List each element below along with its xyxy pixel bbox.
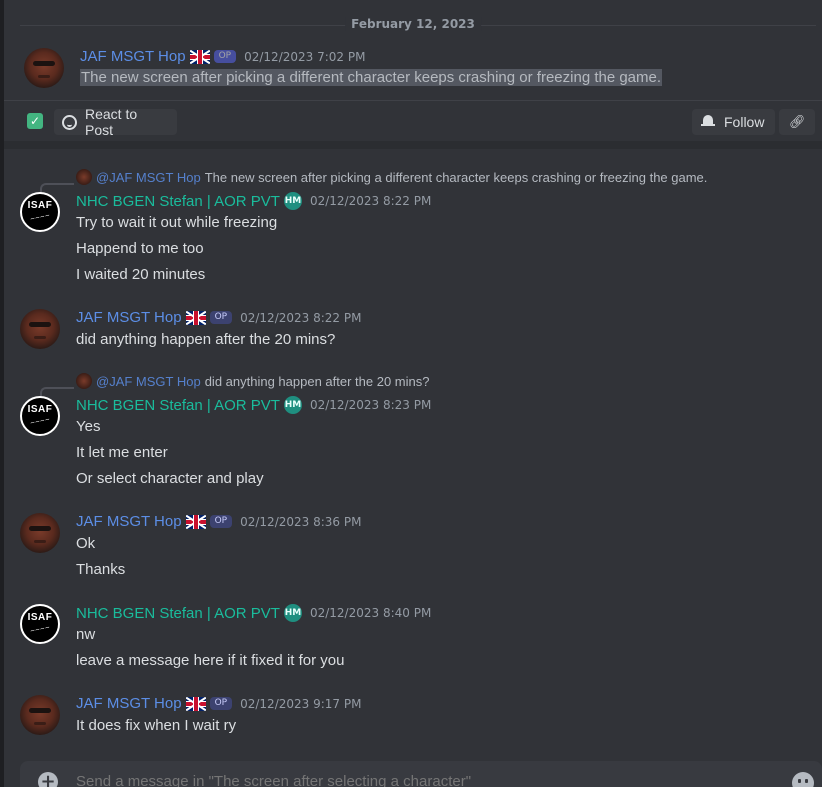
reply-avatar — [76, 169, 92, 185]
follow-button[interactable]: Follow — [692, 109, 775, 135]
thread-separator — [4, 141, 822, 149]
message-line: Happend to me too — [76, 240, 204, 257]
link-icon: 🔗︎ — [789, 114, 806, 129]
message-header: NHC BGEN Stefan | AOR PVT HM 02/12/2023 … — [76, 192, 431, 210]
message-line: nw — [76, 626, 96, 643]
avatar[interactable] — [24, 48, 64, 88]
reply-avatar — [76, 373, 92, 389]
timestamp: 02/12/2023 8:22 PM — [309, 194, 432, 208]
react-to-post-button[interactable]: React to Post — [54, 106, 177, 138]
author-name[interactable]: JAF MSGT Hop — [76, 309, 182, 326]
avatar[interactable]: ISAF ~~~~ — [20, 192, 60, 232]
message-line: Ok — [76, 535, 96, 552]
message-line: I waited 20 minutes — [76, 266, 206, 283]
reply-reference[interactable]: @JAF MSGT Hop The new screen after picki… — [76, 169, 707, 185]
author-name[interactable]: JAF MSGT Hop — [76, 513, 182, 530]
message-line: Or select character and play — [76, 470, 264, 487]
op-badge: OP — [209, 311, 233, 324]
message-line: Thanks — [76, 561, 126, 578]
post-action-bar: ✓ React to Post Follow 🔗︎ — [4, 100, 822, 141]
author-name[interactable]: NHC BGEN Stefan | AOR PVT — [76, 605, 280, 622]
avatar-isaf-script: ~~~~ — [29, 623, 51, 636]
avatar[interactable]: ISAF ~~~~ — [20, 604, 60, 644]
avatar-isaf-script: ~~~~ — [29, 415, 51, 428]
author-name[interactable]: NHC BGEN Stefan | AOR PVT — [76, 397, 280, 414]
copy-link-button[interactable]: 🔗︎ — [779, 109, 815, 135]
post-content-text: The new screen after picking a different… — [80, 69, 663, 86]
avatar-isaf-text: ISAF — [27, 404, 53, 415]
author-name[interactable]: JAF MSGT Hop — [80, 48, 186, 65]
bell-icon — [700, 114, 716, 130]
avatar-isaf-text: ISAF — [27, 200, 53, 211]
reply-preview-text[interactable]: did anything happen after the 20 mins? — [205, 374, 430, 389]
timestamp: 02/12/2023 8:40 PM — [309, 606, 432, 620]
reply-spine — [40, 387, 74, 397]
avatar[interactable] — [20, 309, 60, 349]
uk-flag-icon — [189, 49, 210, 64]
role-badge: HM — [283, 604, 302, 622]
avatar-isaf-script: ~~~~ — [29, 211, 51, 224]
message-line: Try to wait it out while freezing — [76, 214, 278, 231]
avatar-isaf-text: ISAF — [27, 612, 53, 623]
check-icon[interactable]: ✓ — [27, 113, 43, 129]
follow-label: Follow — [724, 114, 765, 130]
date-divider-label: February 12, 2023 — [345, 17, 481, 31]
message-line: leave a message here if it fixed it for … — [76, 652, 345, 669]
emoji-icon[interactable] — [792, 772, 814, 787]
post-header: JAF MSGT Hop OP 02/12/2023 7:02 PM — [80, 48, 365, 65]
reply-reference[interactable]: @JAF MSGT Hop did anything happen after … — [76, 373, 429, 389]
op-badge: OP — [213, 50, 237, 63]
message-line: It does fix when I wait ry — [76, 717, 237, 734]
timestamp: 02/12/2023 7:02 PM — [244, 49, 366, 64]
message-input[interactable] — [76, 773, 776, 787]
message-line: It let me enter — [76, 444, 168, 461]
author-name[interactable]: JAF MSGT Hop — [76, 695, 182, 712]
avatar[interactable]: ISAF ~~~~ — [20, 396, 60, 436]
post-content: The new screen after picking a different… — [80, 69, 663, 86]
uk-flag-icon — [185, 310, 206, 325]
uk-flag-icon — [185, 514, 206, 529]
message-header: JAF MSGT Hop OP 02/12/2023 8:36 PM — [76, 513, 361, 530]
message-header: NHC BGEN Stefan | AOR PVT HM 02/12/2023 … — [76, 604, 431, 622]
author-name[interactable]: NHC BGEN Stefan | AOR PVT — [76, 193, 280, 210]
reply-preview-text[interactable]: The new screen after picking a different… — [205, 170, 708, 185]
uk-flag-icon — [185, 696, 206, 711]
message-line: did anything happen after the 20 mins? — [76, 331, 336, 348]
op-badge: OP — [209, 515, 233, 528]
reply-mention[interactable]: @JAF MSGT Hop — [96, 374, 201, 389]
avatar[interactable] — [20, 513, 60, 553]
timestamp: 02/12/2023 9:17 PM — [240, 696, 362, 711]
op-badge: OP — [209, 697, 233, 710]
message-composer: + — [20, 761, 822, 787]
avatar[interactable] — [20, 695, 60, 735]
role-badge: HM — [283, 396, 302, 414]
message-header: JAF MSGT Hop OP 02/12/2023 9:17 PM — [76, 695, 361, 712]
message-header: JAF MSGT Hop OP 02/12/2023 8:22 PM — [76, 309, 361, 326]
reply-spine — [40, 183, 74, 193]
timestamp: 02/12/2023 8:22 PM — [240, 310, 362, 325]
message-line: Yes — [76, 418, 101, 435]
react-label: React to Post — [85, 106, 138, 138]
plus-icon[interactable]: + — [38, 772, 58, 787]
reply-mention[interactable]: @JAF MSGT Hop — [96, 170, 201, 185]
timestamp: 02/12/2023 8:36 PM — [240, 514, 362, 529]
react-icon — [62, 114, 77, 130]
timestamp: 02/12/2023 8:23 PM — [309, 398, 432, 412]
role-badge: HM — [283, 192, 302, 210]
message-header: NHC BGEN Stefan | AOR PVT HM 02/12/2023 … — [76, 396, 431, 414]
